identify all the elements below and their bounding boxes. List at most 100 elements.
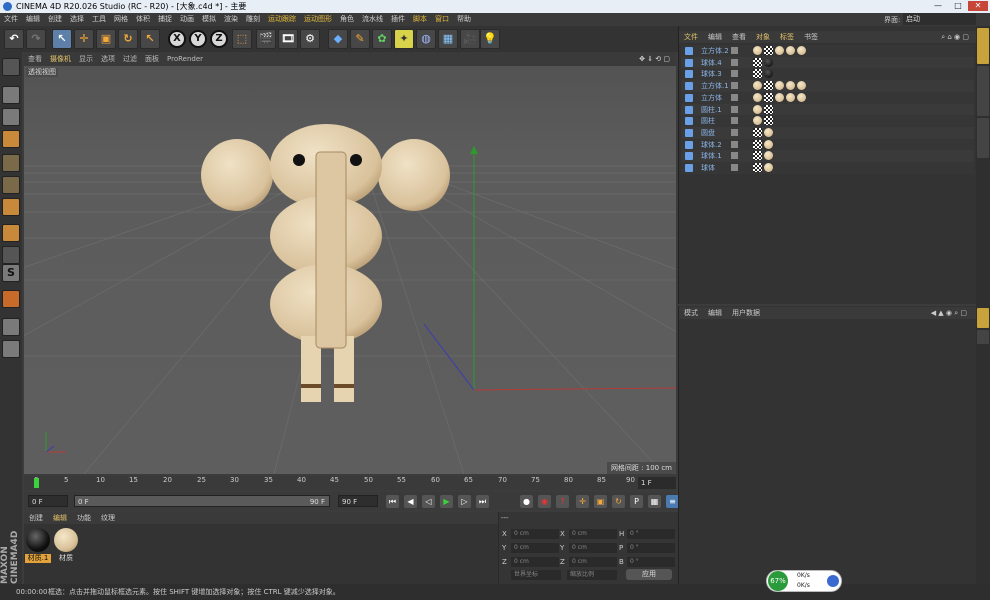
viewport-menu-display[interactable]: 显示 <box>75 52 97 66</box>
obj-menu-edit[interactable]: 编辑 <box>703 31 727 43</box>
minimize-button[interactable]: — <box>928 1 948 11</box>
menu-file[interactable]: 文件 <box>0 13 22 26</box>
y-axis-lock[interactable]: Y <box>189 30 207 48</box>
menu-mograph[interactable]: 运动图形 <box>300 13 336 26</box>
position-x-field[interactable]: 0 cm <box>511 529 559 539</box>
key-selection-icon[interactable]: ? <box>556 495 569 508</box>
menu-render[interactable]: 渲染 <box>220 13 242 26</box>
tweak-icon[interactable] <box>2 246 20 264</box>
maximize-button[interactable]: □ <box>948 1 968 11</box>
edges-mode-icon[interactable] <box>2 176 20 194</box>
material-tag-icon[interactable] <box>753 57 762 67</box>
material-tag-icon[interactable] <box>764 104 773 114</box>
x-axis-lock[interactable]: X <box>168 30 186 48</box>
object-row[interactable]: 球体.1 <box>681 150 974 163</box>
visibility-toggle[interactable] <box>731 152 738 160</box>
obj-menu-file[interactable]: 文件 <box>679 31 703 43</box>
menu-create[interactable]: 创建 <box>44 13 66 26</box>
attr-menu-mode[interactable]: 模式 <box>679 307 703 319</box>
visibility-toggle[interactable] <box>731 140 738 148</box>
viewport-menu-panel[interactable]: 面板 <box>141 52 163 66</box>
material-tag-icon[interactable] <box>775 92 784 102</box>
material-menu-function[interactable]: 功能 <box>72 512 96 524</box>
start-frame-field[interactable]: 0 F <box>28 495 68 507</box>
material-tag-icon[interactable] <box>753 81 762 91</box>
light-icon[interactable]: 💡 <box>480 29 500 49</box>
material-tag-icon[interactable] <box>797 81 806 91</box>
close-button[interactable]: ✕ <box>968 1 988 11</box>
menu-motion-tracking[interactable]: 运动跟踪 <box>264 13 300 26</box>
snap-icon[interactable]: S <box>2 264 20 282</box>
floor-icon[interactable]: ▦ <box>438 29 458 49</box>
redo-button[interactable]: ↷ <box>26 29 46 49</box>
material-tag-icon[interactable] <box>797 46 806 55</box>
make-editable-icon[interactable] <box>2 58 20 76</box>
render-settings-icon[interactable]: ⚙ <box>300 29 320 49</box>
position-y-field[interactable]: 0 cm <box>511 543 559 553</box>
rotation-b-field[interactable]: 0 ° <box>627 557 675 567</box>
material-tag-icon[interactable] <box>753 69 762 79</box>
material-tag-icon[interactable] <box>764 151 773 161</box>
render-view-icon[interactable]: 🎬 <box>256 29 276 49</box>
material-label[interactable]: 材质.1 <box>25 554 51 563</box>
material-tag-icon[interactable] <box>753 151 762 161</box>
material-tag-icon[interactable] <box>753 139 762 149</box>
menu-volume[interactable]: 体积 <box>132 13 154 26</box>
layout-select[interactable]: 启动 <box>903 13 976 25</box>
menu-animate[interactable]: 动画 <box>176 13 198 26</box>
material-tag-icon[interactable] <box>753 46 762 55</box>
size-mode-select[interactable]: 缩放比例 <box>567 570 617 580</box>
material-tag-icon[interactable] <box>786 92 795 102</box>
lock-workplane-icon[interactable] <box>2 318 20 336</box>
go-to-end-icon[interactable]: ⏭ <box>476 495 489 508</box>
live-select-icon[interactable]: ↖ <box>52 29 72 49</box>
viewport-menu-prorender[interactable]: ProRender <box>163 52 207 66</box>
material-tag-icon[interactable] <box>764 57 773 67</box>
accelerate-icon[interactable] <box>827 575 839 587</box>
layers-side-tab[interactable] <box>977 330 989 344</box>
material-tag-icon[interactable] <box>753 127 762 137</box>
viewport-menu-options[interactable]: 选项 <box>97 52 119 66</box>
material-tag-icon[interactable] <box>797 92 806 102</box>
prev-frame-icon[interactable]: ◁ <box>422 495 435 508</box>
size-x-field[interactable]: 0 cm <box>569 529 617 539</box>
menu-help[interactable]: 帮助 <box>453 13 475 26</box>
size-y-field[interactable]: 0 cm <box>569 543 617 553</box>
material-menu-edit[interactable]: 编辑 <box>48 512 72 524</box>
material-tag-icon[interactable] <box>753 92 762 102</box>
visibility-toggle[interactable] <box>731 105 738 113</box>
menu-sculpt[interactable]: 雕刻 <box>242 13 264 26</box>
object-row[interactable]: 圆柱 <box>681 115 974 128</box>
menu-snap[interactable]: 捕捉 <box>154 13 176 26</box>
key-param-icon[interactable]: P <box>630 495 643 508</box>
visibility-toggle[interactable] <box>731 47 738 54</box>
visibility-toggle[interactable] <box>731 117 738 125</box>
coordinate-system-select[interactable]: 世界坐标 <box>511 570 561 580</box>
material-tag-icon[interactable] <box>786 81 795 91</box>
rotate-icon[interactable]: ↻ <box>118 29 138 49</box>
material-tag-icon[interactable] <box>786 46 795 55</box>
material-tag-icon[interactable] <box>764 92 773 102</box>
object-row[interactable]: 立方体.1 <box>681 80 974 93</box>
position-z-field[interactable]: 0 cm <box>511 557 559 567</box>
menu-plugins[interactable]: 插件 <box>387 13 409 26</box>
end-frame-field[interactable]: 90 F <box>338 495 378 507</box>
material-tag-icon[interactable] <box>753 104 762 114</box>
texture-mode-icon[interactable] <box>2 108 20 126</box>
attr-menu-user-data[interactable]: 用户数据 <box>727 307 765 319</box>
record-keys-icon[interactable]: ● <box>520 495 533 508</box>
polygons-mode-icon[interactable] <box>2 198 20 216</box>
rotation-h-field[interactable]: 0 ° <box>627 529 675 539</box>
preview-range-slider[interactable]: 0 F 90 F <box>74 495 330 507</box>
menu-mesh[interactable]: 网格 <box>110 13 132 26</box>
auto-key-icon[interactable]: ◉ <box>538 495 551 508</box>
z-axis-lock[interactable]: Z <box>210 30 228 48</box>
visibility-toggle[interactable] <box>731 164 738 171</box>
key-position-icon[interactable]: ✛ <box>576 495 589 508</box>
recent-tool-icon[interactable]: ↖ <box>140 29 160 49</box>
play-icon[interactable]: ▶ <box>440 495 453 508</box>
object-row[interactable]: 圆柱.1 <box>681 103 974 116</box>
material-tag-icon[interactable] <box>753 163 762 172</box>
deformer-icon[interactable]: ◍ <box>416 29 436 49</box>
key-scale-icon[interactable]: ▣ <box>594 495 607 508</box>
